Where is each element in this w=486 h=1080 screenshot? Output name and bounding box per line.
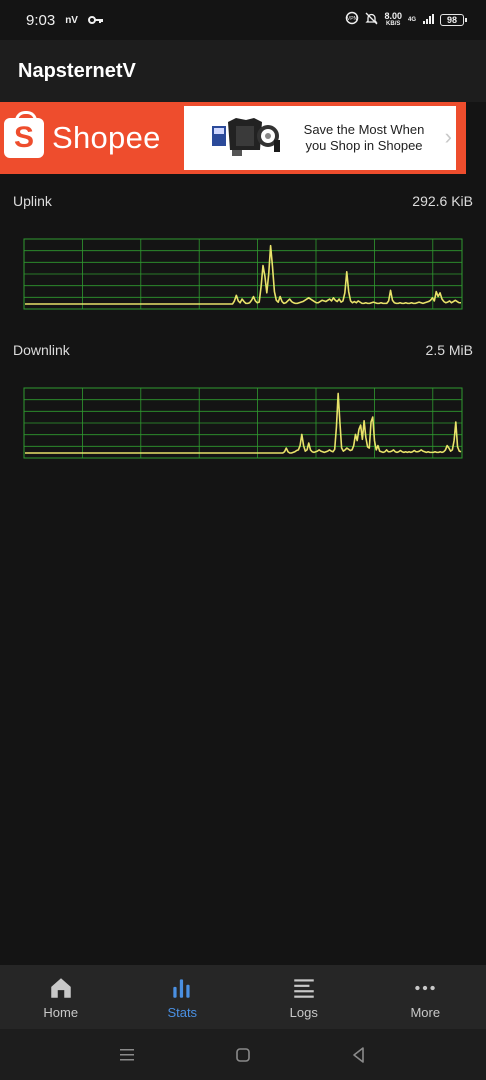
nav-home[interactable]: Home	[0, 965, 122, 1029]
nav-stats-label: Stats	[167, 1004, 198, 1020]
bell-muted-icon	[365, 12, 379, 29]
home-square-icon[interactable]	[233, 1045, 253, 1065]
downlink-graph	[23, 387, 463, 459]
more-dots-icon	[415, 985, 435, 990]
menu-icon[interactable]	[117, 1045, 137, 1065]
network-gen: 4G	[407, 17, 416, 23]
nav-logs[interactable]: Logs	[243, 965, 365, 1029]
nav-more-label: More	[410, 1004, 441, 1020]
list-icon	[294, 978, 314, 998]
battery-level: 98	[446, 15, 457, 25]
uplink-row: Uplink 292.6 KiB	[13, 193, 473, 209]
status-time: 9:03	[26, 11, 56, 29]
uplink-label: Uplink	[13, 193, 52, 209]
nav-more[interactable]: More	[365, 965, 486, 1029]
ad-banner[interactable]: S Shopee Save the Most When you Shop in …	[0, 102, 466, 174]
downlink-row: Downlink 2.5 MiB	[13, 342, 473, 358]
uplink-trace	[25, 244, 461, 305]
carrier-text: nV	[65, 14, 78, 26]
app-title: NapsternetV	[18, 59, 136, 82]
network-speed: 8.00 KB/S	[384, 12, 402, 28]
speed-value: 8.00	[384, 11, 402, 21]
downlink-label: Downlink	[13, 342, 70, 358]
status-bar: 9:03 nV VPN 8.00 KB/S 4G 98	[0, 0, 486, 40]
vpn-icon: VPN	[345, 11, 359, 29]
chevron-right-icon[interactable]: ›	[445, 124, 452, 150]
bottom-navigation: Home Stats Logs More	[0, 965, 486, 1029]
nav-home-label: Home	[43, 1004, 79, 1020]
svg-text:VPN: VPN	[347, 16, 358, 22]
uplink-value: 292.6 KiB	[412, 193, 473, 209]
uplink-graph	[23, 238, 463, 310]
ad-brand: Shopee	[52, 120, 161, 155]
ad-card[interactable]: Save the Most When you Shop in Shopee ›	[184, 106, 456, 170]
bar-chart-icon	[173, 978, 190, 998]
battery-icon: 98	[440, 14, 467, 26]
app-bar: NapsternetV	[0, 40, 486, 102]
shopee-logo: S Shopee	[0, 111, 182, 158]
ad-slogan: Save the Most When you Shop in Shopee	[303, 122, 425, 153]
home-icon	[51, 977, 71, 998]
key-icon	[87, 12, 104, 29]
shopee-bag-icon: S	[4, 111, 44, 158]
nav-stats[interactable]: Stats	[122, 965, 244, 1029]
signal-icon	[422, 12, 434, 29]
system-navigation	[0, 1029, 486, 1080]
downlink-value: 2.5 MiB	[425, 342, 473, 358]
ad-product-image	[184, 106, 294, 170]
speed-unit: KB/S	[386, 21, 401, 27]
nav-logs-label: Logs	[289, 1004, 318, 1020]
back-icon[interactable]	[349, 1045, 369, 1065]
